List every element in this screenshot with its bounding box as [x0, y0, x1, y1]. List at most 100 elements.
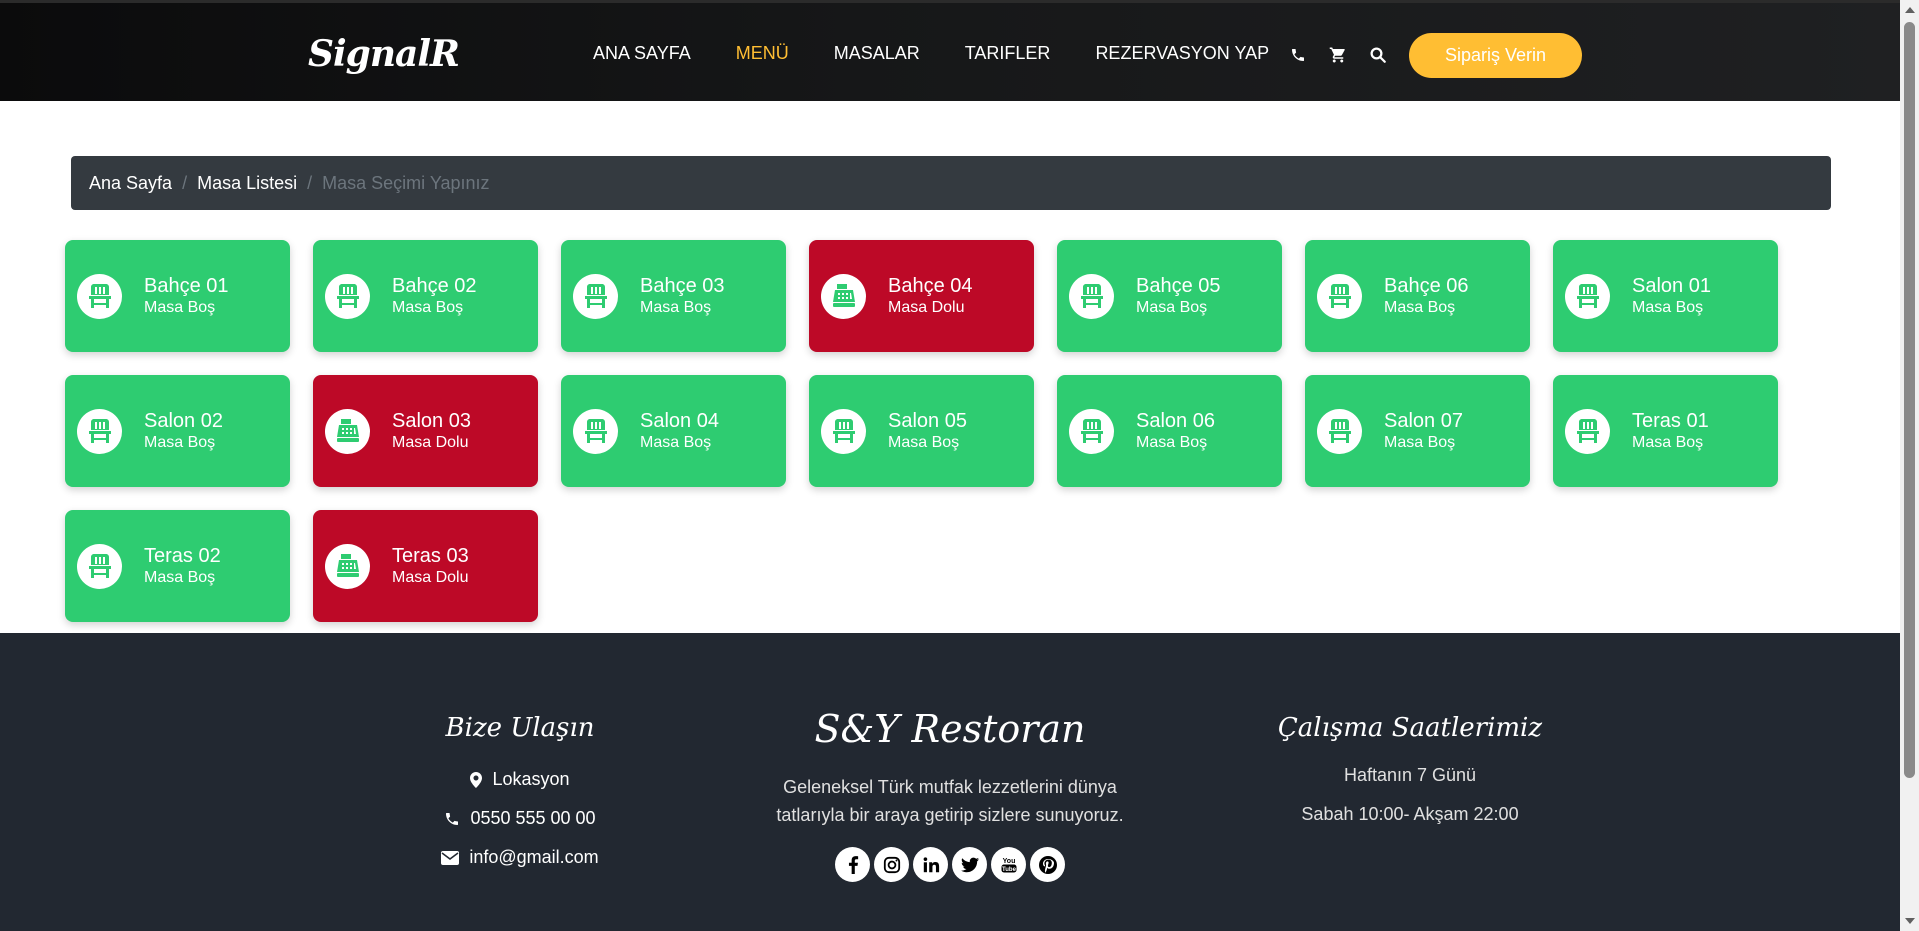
- table-status: Masa Boş: [1384, 299, 1456, 316]
- table-status: Masa Boş: [392, 299, 464, 316]
- table-name: Bahçe 05: [1136, 275, 1221, 297]
- table-status: Masa Boş: [1632, 434, 1704, 451]
- nav-item-rezervasyon[interactable]: REZERVASYON YAP: [1095, 43, 1269, 64]
- table-card-5[interactable]: Bahçe 05 Masa Boş: [1057, 240, 1282, 352]
- table-status: Masa Boş: [144, 434, 216, 451]
- chair-icon: [573, 408, 618, 454]
- table-card-12[interactable]: Salon 06 Masa Boş: [1057, 375, 1282, 487]
- table-name: Salon 02: [144, 410, 223, 432]
- chair-icon: [1565, 408, 1610, 454]
- breadcrumb: Ana Sayfa / Masa Listesi / Masa Seçimi Y…: [71, 156, 1831, 210]
- table-name: Bahçe 06: [1384, 275, 1469, 297]
- cash-register-icon: [821, 273, 866, 319]
- table-name: Salon 05: [888, 410, 967, 432]
- footer-location-label: Lokasyon: [492, 769, 570, 789]
- site-footer: Bize Ulaşın Lokasyon 0550 555 00 00 info…: [0, 633, 1900, 931]
- table-card-1[interactable]: Bahçe 01 Masa Boş: [65, 240, 290, 352]
- footer-contact: Bize Ulaşın Lokasyon 0550 555 00 00 info…: [410, 713, 630, 868]
- table-card-10[interactable]: Salon 04 Masa Boş: [561, 375, 786, 487]
- page-scrollbar[interactable]: [1900, 0, 1919, 931]
- table-card-4[interactable]: Bahçe 04 Masa Dolu: [809, 240, 1034, 352]
- table-card-14[interactable]: Teras 01 Masa Boş: [1553, 375, 1778, 487]
- table-card-7[interactable]: Salon 01 Masa Boş: [1553, 240, 1778, 352]
- table-name: Salon 04: [640, 410, 719, 432]
- chair-icon: [77, 408, 122, 454]
- envelope-icon: [441, 850, 460, 865]
- table-card-6[interactable]: Bahçe 06 Masa Boş: [1305, 240, 1530, 352]
- table-name: Bahçe 01: [144, 275, 229, 297]
- table-status: Masa Boş: [144, 569, 216, 586]
- youtube-icon[interactable]: You Tube: [991, 847, 1026, 882]
- table-name: Salon 06: [1136, 410, 1215, 432]
- nav-item-ana-sayfa[interactable]: ANA SAYFA: [593, 43, 691, 64]
- twitter-icon[interactable]: [952, 847, 987, 882]
- location-icon: [470, 771, 483, 788]
- footer-hours-days: Haftanın 7 Günü: [1343, 765, 1477, 785]
- footer-description-line: Geleneksel Türk mutfak lezzetlerini düny…: [783, 777, 1117, 797]
- table-name: Bahçe 03: [640, 275, 725, 297]
- footer-phone[interactable]: 0550 555 00 00: [410, 808, 630, 829]
- table-name: Salon 01: [1632, 275, 1711, 297]
- main-nav: ANA SAYFA MENÜ MASALAR TARIFLER REZERVAS…: [593, 43, 1314, 64]
- linkedin-icon[interactable]: [913, 847, 948, 882]
- table-name: Teras 02: [144, 545, 221, 567]
- scroll-up-arrow[interactable]: [1905, 7, 1915, 13]
- table-status: Masa Dolu: [888, 299, 965, 316]
- phone-icon[interactable]: [1287, 44, 1309, 66]
- footer-hours-heading: Çalışma Saatlerimiz: [1277, 713, 1543, 743]
- nav-item-masalar[interactable]: MASALAR: [834, 43, 920, 64]
- table-name: Bahçe 02: [392, 275, 477, 297]
- table-status: Masa Dolu: [392, 569, 469, 586]
- table-status: Masa Boş: [1632, 299, 1704, 316]
- table-card-15[interactable]: Teras 02 Masa Boş: [65, 510, 290, 622]
- breadcrumb-separator: /: [182, 172, 188, 193]
- breadcrumb-current: Masa Seçimi Yapınız: [322, 172, 490, 193]
- cash-register-icon: [325, 543, 370, 589]
- table-status: Masa Boş: [888, 434, 960, 451]
- svg-text:Tube: Tube: [1002, 867, 1017, 873]
- site-header: SignalR ANA SAYFA MENÜ MASALAR TARIFLER …: [0, 0, 1900, 101]
- table-card-3[interactable]: Bahçe 03 Masa Boş: [561, 240, 786, 352]
- footer-brand-section: S&Y Restoran Geleneksel Türk mutfak lezz…: [740, 707, 1160, 882]
- table-card-8[interactable]: Salon 02 Masa Boş: [65, 375, 290, 487]
- table-name: Teras 01: [1632, 410, 1709, 432]
- nav-item-tarifler[interactable]: TARIFLER: [965, 43, 1051, 64]
- scroll-down-arrow[interactable]: [1905, 918, 1915, 924]
- chair-icon: [1317, 273, 1362, 319]
- table-card-9[interactable]: Salon 03 Masa Dolu: [313, 375, 538, 487]
- table-grid: Bahçe 01 Masa Boş Bahçe 02 Masa Boş Bahç…: [65, 240, 1785, 622]
- footer-location[interactable]: Lokasyon: [410, 769, 630, 790]
- table-card-13[interactable]: Salon 07 Masa Boş: [1305, 375, 1530, 487]
- table-card-2[interactable]: Bahçe 02 Masa Boş: [313, 240, 538, 352]
- scroll-thumb[interactable]: [1904, 22, 1915, 778]
- order-button[interactable]: Sipariş Verin: [1409, 33, 1582, 78]
- facebook-icon[interactable]: [835, 847, 870, 882]
- pinterest-icon[interactable]: [1030, 847, 1065, 882]
- social-links: You Tube: [740, 847, 1160, 882]
- table-status: Masa Boş: [144, 299, 216, 316]
- cash-register-icon: [325, 408, 370, 454]
- cart-icon[interactable]: [1327, 44, 1349, 66]
- nav-item-menu[interactable]: MENÜ: [736, 43, 789, 64]
- table-status: Masa Boş: [1384, 434, 1456, 451]
- phone-icon: [446, 812, 459, 825]
- site-logo[interactable]: SignalR: [308, 33, 460, 75]
- table-name: Teras 03: [392, 545, 469, 567]
- chair-icon: [77, 543, 122, 589]
- chair-icon: [1565, 273, 1610, 319]
- table-name: Bahçe 04: [888, 275, 973, 297]
- breadcrumb-home[interactable]: Ana Sayfa: [89, 173, 172, 194]
- chair-icon: [1069, 408, 1114, 454]
- footer-brand: S&Y Restoran: [814, 707, 1086, 751]
- instagram-icon[interactable]: [874, 847, 909, 882]
- table-status: Masa Boş: [1136, 299, 1208, 316]
- table-status: Masa Boş: [640, 434, 712, 451]
- table-card-11[interactable]: Salon 05 Masa Boş: [809, 375, 1034, 487]
- search-icon[interactable]: [1367, 44, 1389, 66]
- table-card-16[interactable]: Teras 03 Masa Dolu: [313, 510, 538, 622]
- footer-email[interactable]: info@gmail.com: [410, 847, 630, 868]
- breadcrumb-table-list[interactable]: Masa Listesi: [197, 173, 297, 194]
- chair-icon: [1317, 408, 1362, 454]
- footer-contact-heading: Bize Ulaşın: [445, 713, 595, 743]
- table-name: Salon 03: [392, 410, 471, 432]
